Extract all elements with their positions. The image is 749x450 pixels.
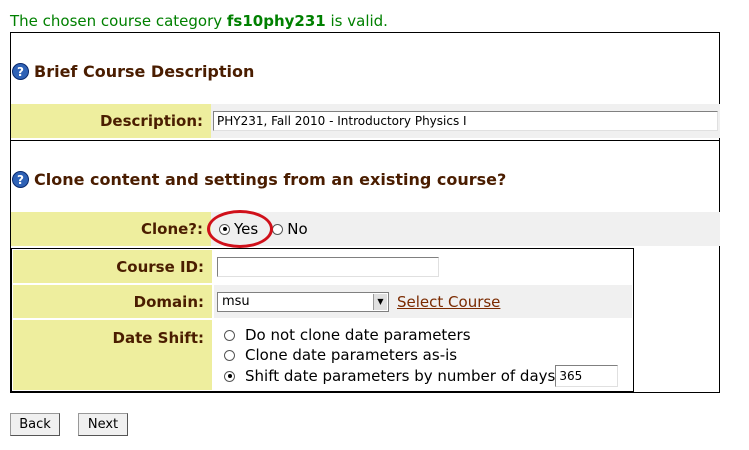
clone-yes-radio[interactable] <box>219 223 230 235</box>
clone-no-label: No <box>287 220 308 238</box>
course-id-cell <box>214 250 632 283</box>
date-option-label: Clone date parameters as-is <box>245 346 458 364</box>
section-title-text: Brief Course Description <box>34 62 255 81</box>
description-row: Description: <box>11 104 720 138</box>
section-divider <box>11 140 720 141</box>
dropdown-arrow-icon[interactable]: ▼ <box>373 293 387 310</box>
help-icon[interactable]: ? <box>12 63 29 80</box>
description-label: Description: <box>11 104 211 138</box>
date-option-as-is[interactable]: Clone date parameters as-is <box>224 345 457 365</box>
clone-row: Clone?: Yes No <box>11 212 720 246</box>
section-title-clone: ? Clone content and settings from an exi… <box>12 170 506 189</box>
date-option-label: Shift date parameters by number of days <box>245 367 556 385</box>
section-title-description: ? Brief Course Description <box>12 62 254 81</box>
date-option-label: Do not clone date parameters <box>245 326 471 344</box>
clone-options: Yes No <box>211 212 720 246</box>
date-option-radio[interactable] <box>224 349 235 361</box>
date-shift-options: Do not clone date parameters Clone date … <box>214 320 632 390</box>
status-category: fs10phy231 <box>226 12 326 30</box>
date-option-radio[interactable] <box>224 370 235 382</box>
course-id-label: Course ID: <box>13 250 212 283</box>
date-option-no-clone[interactable]: Do not clone date parameters <box>224 325 471 345</box>
date-option-radio[interactable] <box>224 329 235 341</box>
clone-no-option[interactable]: No <box>272 220 308 238</box>
clone-label: Clone?: <box>11 212 211 246</box>
domain-select-value: msu <box>222 294 250 309</box>
status-prefix: The chosen course category <box>10 12 227 30</box>
clone-details-table: Course ID: Domain: msu ▼ Select Course D… <box>11 248 634 392</box>
description-input[interactable] <box>213 111 718 131</box>
clone-yes-label: Yes <box>234 220 259 238</box>
course-id-input[interactable] <box>217 256 439 277</box>
domain-label: Domain: <box>13 285 212 318</box>
description-value-cell <box>211 104 720 138</box>
shift-days-input[interactable] <box>555 365 619 387</box>
next-button[interactable]: Next <box>78 413 128 436</box>
date-option-shift[interactable]: Shift date parameters by number of days <box>224 365 619 387</box>
back-button[interactable]: Back <box>10 413 60 436</box>
domain-cell: msu ▼ Select Course <box>214 285 632 318</box>
select-course-link[interactable]: Select Course <box>397 293 500 311</box>
clone-no-radio[interactable] <box>272 223 284 235</box>
section-title-text: Clone content and settings from an exist… <box>34 170 507 189</box>
status-suffix: is valid. <box>325 12 388 30</box>
clone-yes-option[interactable]: Yes <box>219 220 258 238</box>
status-message: The chosen course category fs10phy231 is… <box>10 12 388 30</box>
date-shift-label: Date Shift: <box>13 320 212 390</box>
help-icon[interactable]: ? <box>12 171 29 188</box>
domain-select[interactable]: msu ▼ <box>217 291 389 312</box>
